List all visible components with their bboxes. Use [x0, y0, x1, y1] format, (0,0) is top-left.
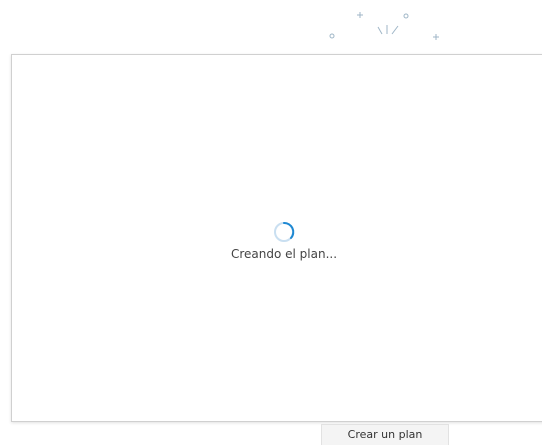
screen: Creando el plan... Crear un plan	[0, 0, 542, 445]
create-plan-dialog: Creando el plan...	[11, 54, 542, 422]
create-plan-button[interactable]: Crear un plan	[321, 424, 449, 445]
loading-indicator: Creando el plan...	[12, 221, 542, 261]
loading-message: Creando el plan...	[230, 247, 338, 261]
celebration-sparkle-icon	[329, 12, 439, 40]
loading-spinner-icon	[274, 221, 295, 242]
